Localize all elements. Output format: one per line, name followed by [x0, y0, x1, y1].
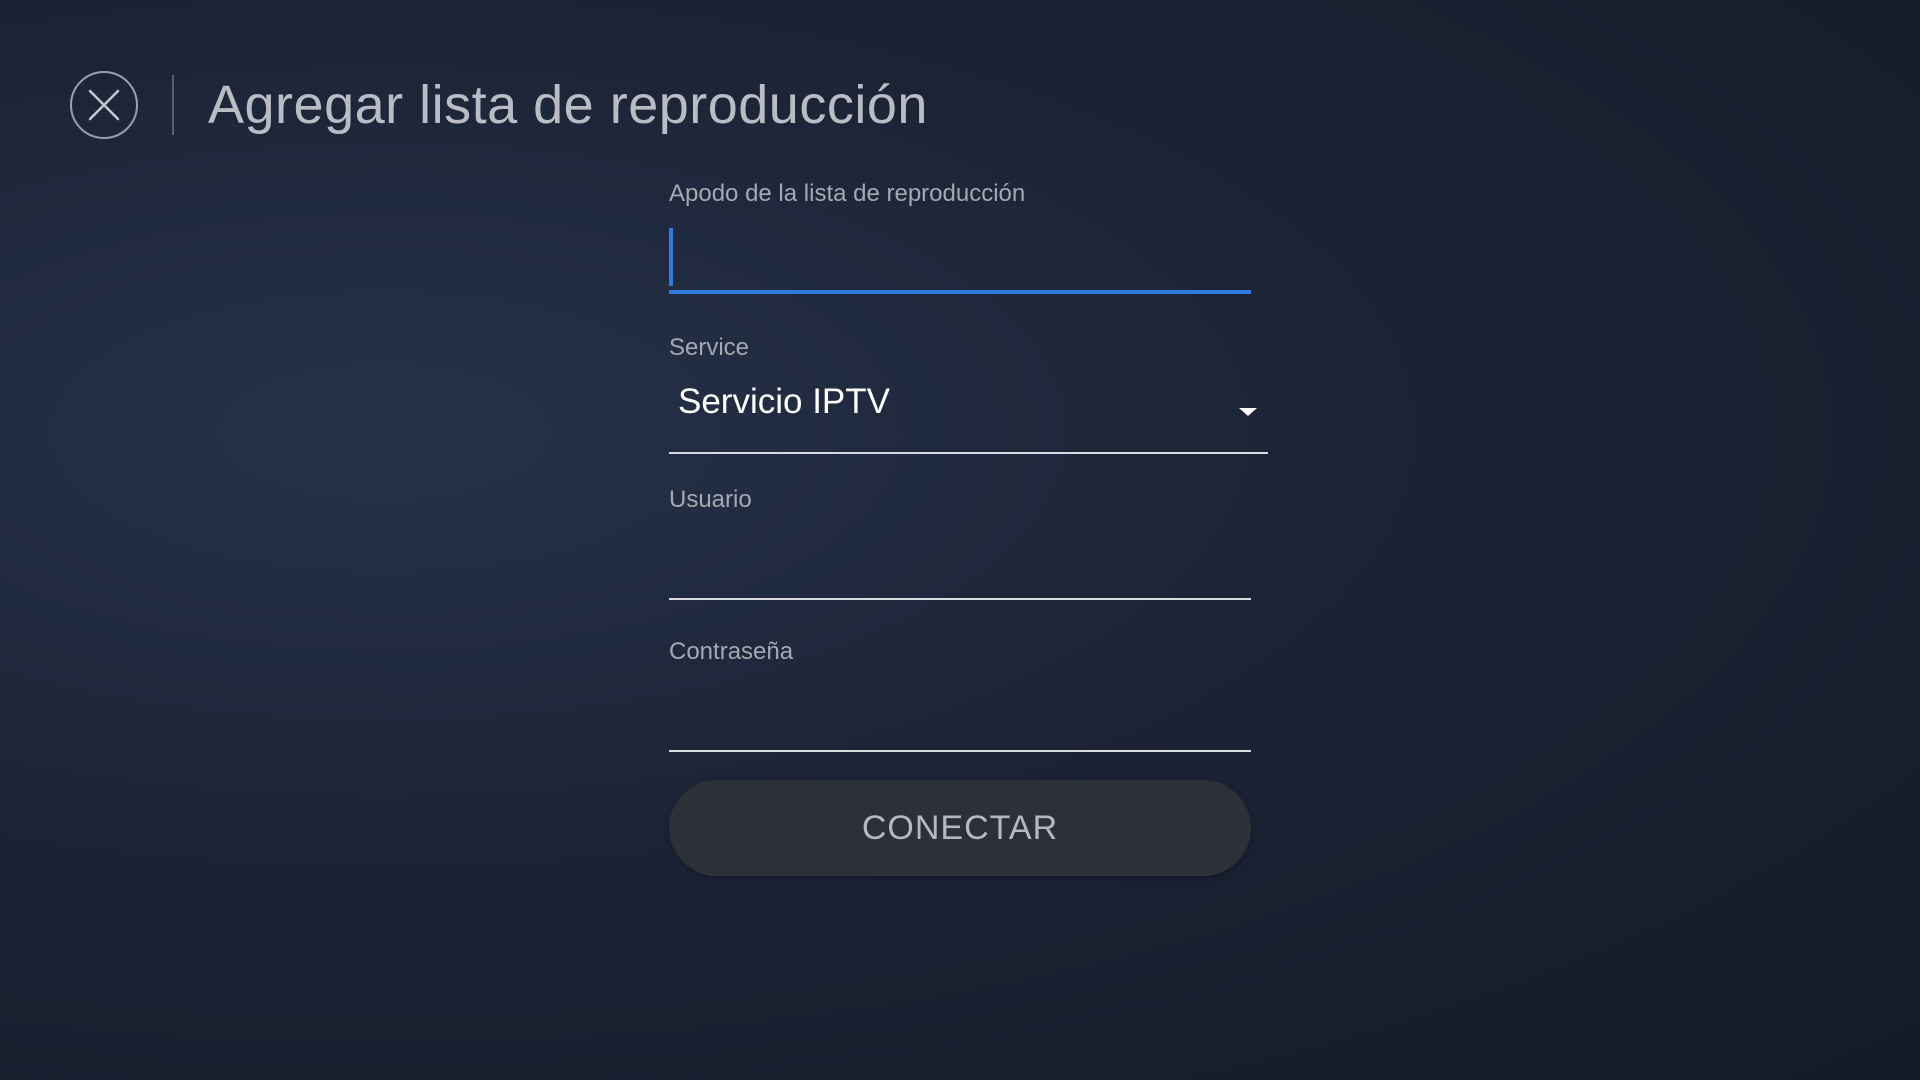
password-label: Contraseña [669, 638, 794, 665]
service-label: Service [669, 334, 750, 361]
username-field: Usuario [669, 482, 1269, 608]
password-field: Contraseña [669, 634, 1269, 760]
username-label: Usuario [669, 486, 752, 513]
service-selected-value: Servicio IPTV [678, 382, 890, 421]
page-title: Agregar lista de reproducción [208, 75, 928, 135]
header-divider [172, 75, 174, 135]
close-icon [88, 89, 120, 121]
password-input[interactable] [669, 682, 1251, 752]
add-playlist-form: Apodo de la lista de reproducción Servic… [669, 176, 1269, 876]
service-select[interactable]: Servicio IPTV [669, 366, 1268, 454]
service-field: Service Servicio IPTV [669, 330, 1269, 456]
close-button[interactable] [70, 71, 138, 139]
chevron-down-icon [1239, 408, 1257, 416]
connect-button[interactable]: CONECTAR [669, 780, 1251, 876]
header: Agregar lista de reproducción [70, 70, 928, 140]
username-input[interactable] [669, 530, 1251, 600]
nickname-input[interactable] [669, 224, 1251, 294]
nickname-field: Apodo de la lista de reproducción [669, 176, 1269, 302]
nickname-label: Apodo de la lista de reproducción [669, 180, 1026, 207]
text-caret [669, 228, 673, 286]
